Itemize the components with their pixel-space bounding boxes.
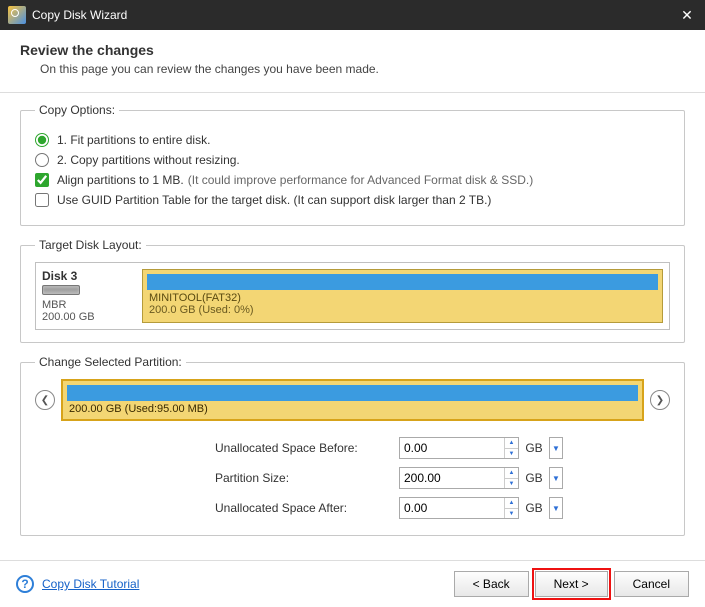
cancel-button[interactable]: Cancel — [614, 571, 689, 597]
partition-size-input[interactable] — [400, 468, 504, 488]
checkbox-guid[interactable] — [35, 193, 49, 207]
prev-partition-button[interactable]: ❮ — [35, 390, 55, 410]
next-button[interactable]: Next > — [535, 571, 608, 597]
checkbox-align-label[interactable]: Align partitions to 1 MB. — [57, 173, 184, 187]
disk-layout-box: Disk 3 MBR 200.00 GB MINITOOL(FAT32) 200… — [35, 262, 670, 330]
disk-size: 200.00 GB — [42, 311, 142, 323]
radio-no-resize-label[interactable]: 2. Copy partitions without resizing. — [57, 153, 240, 167]
back-button[interactable]: < Back — [454, 571, 529, 597]
disk-name: Disk 3 — [42, 269, 142, 283]
change-partition-legend: Change Selected Partition: — [35, 355, 186, 369]
copy-options-group: Copy Options: 1. Fit partitions to entir… — [20, 103, 685, 226]
checkbox-align-hint: (It could improve performance for Advanc… — [188, 173, 533, 187]
unalloc-before-spinner[interactable]: ▲▼ — [504, 438, 518, 458]
unalloc-after-spinner[interactable]: ▲▼ — [504, 498, 518, 518]
footer: ? Copy Disk Tutorial < Back Next > Cance… — [0, 560, 705, 607]
unalloc-before-input[interactable] — [400, 438, 504, 458]
target-layout-group: Target Disk Layout: Disk 3 MBR 200.00 GB… — [20, 238, 685, 343]
partition-size-spinner[interactable]: ▲▼ — [504, 468, 518, 488]
unalloc-after-input-wrap: ▲▼ — [399, 497, 519, 519]
page-subtitle: On this page you can review the changes … — [40, 62, 685, 76]
unit-dropdown[interactable]: ▼ — [549, 467, 563, 489]
page-header: Review the changes On this page you can … — [0, 30, 705, 84]
disk-type: MBR — [42, 299, 142, 311]
partition-size: 200.0 GB (Used: 0%) — [143, 304, 662, 320]
unalloc-after-input[interactable] — [400, 498, 504, 518]
unit-label: GB — [523, 441, 545, 455]
unalloc-before-input-wrap: ▲▼ — [399, 437, 519, 459]
help-link[interactable]: Copy Disk Tutorial — [42, 577, 139, 591]
checkbox-guid-label[interactable]: Use GUID Partition Table for the target … — [57, 193, 491, 207]
unalloc-before-label: Unallocated Space Before: — [215, 441, 395, 455]
disk-info: Disk 3 MBR 200.00 GB — [42, 269, 142, 323]
partition-name: MINITOOL(FAT32) — [143, 292, 662, 304]
next-partition-button[interactable]: ❯ — [650, 390, 670, 410]
unit-dropdown[interactable]: ▼ — [549, 437, 563, 459]
unit-dropdown[interactable]: ▼ — [549, 497, 563, 519]
titlebar: Copy Disk Wizard ✕ — [0, 0, 705, 30]
selected-partition-block[interactable]: 200.00 GB (Used:95.00 MB) — [61, 379, 644, 421]
partition-size-input-wrap: ▲▼ — [399, 467, 519, 489]
selected-partition-bar[interactable] — [67, 385, 638, 401]
checkbox-align[interactable] — [35, 173, 49, 187]
page-title: Review the changes — [20, 42, 685, 58]
radio-fit-entire-label[interactable]: 1. Fit partitions to entire disk. — [57, 133, 210, 147]
divider — [0, 92, 705, 93]
unit-label: GB — [523, 501, 545, 515]
disk-icon — [42, 285, 80, 295]
unit-label: GB — [523, 471, 545, 485]
radio-no-resize[interactable] — [35, 153, 49, 167]
close-icon[interactable]: ✕ — [677, 7, 697, 24]
window-title: Copy Disk Wizard — [32, 8, 677, 22]
change-partition-group: Change Selected Partition: ❮ 200.00 GB (… — [20, 355, 685, 536]
selected-partition-text: 200.00 GB (Used:95.00 MB) — [63, 403, 642, 419]
copy-options-legend: Copy Options: — [35, 103, 119, 117]
help-icon[interactable]: ? — [16, 575, 34, 593]
partition-size-label: Partition Size: — [215, 471, 395, 485]
partition-block[interactable]: MINITOOL(FAT32) 200.0 GB (Used: 0%) — [142, 269, 663, 323]
partition-usage-bar — [147, 274, 658, 290]
target-layout-legend: Target Disk Layout: — [35, 238, 146, 252]
radio-fit-entire[interactable] — [35, 133, 49, 147]
unalloc-after-label: Unallocated Space After: — [215, 501, 395, 515]
app-icon — [8, 6, 26, 24]
